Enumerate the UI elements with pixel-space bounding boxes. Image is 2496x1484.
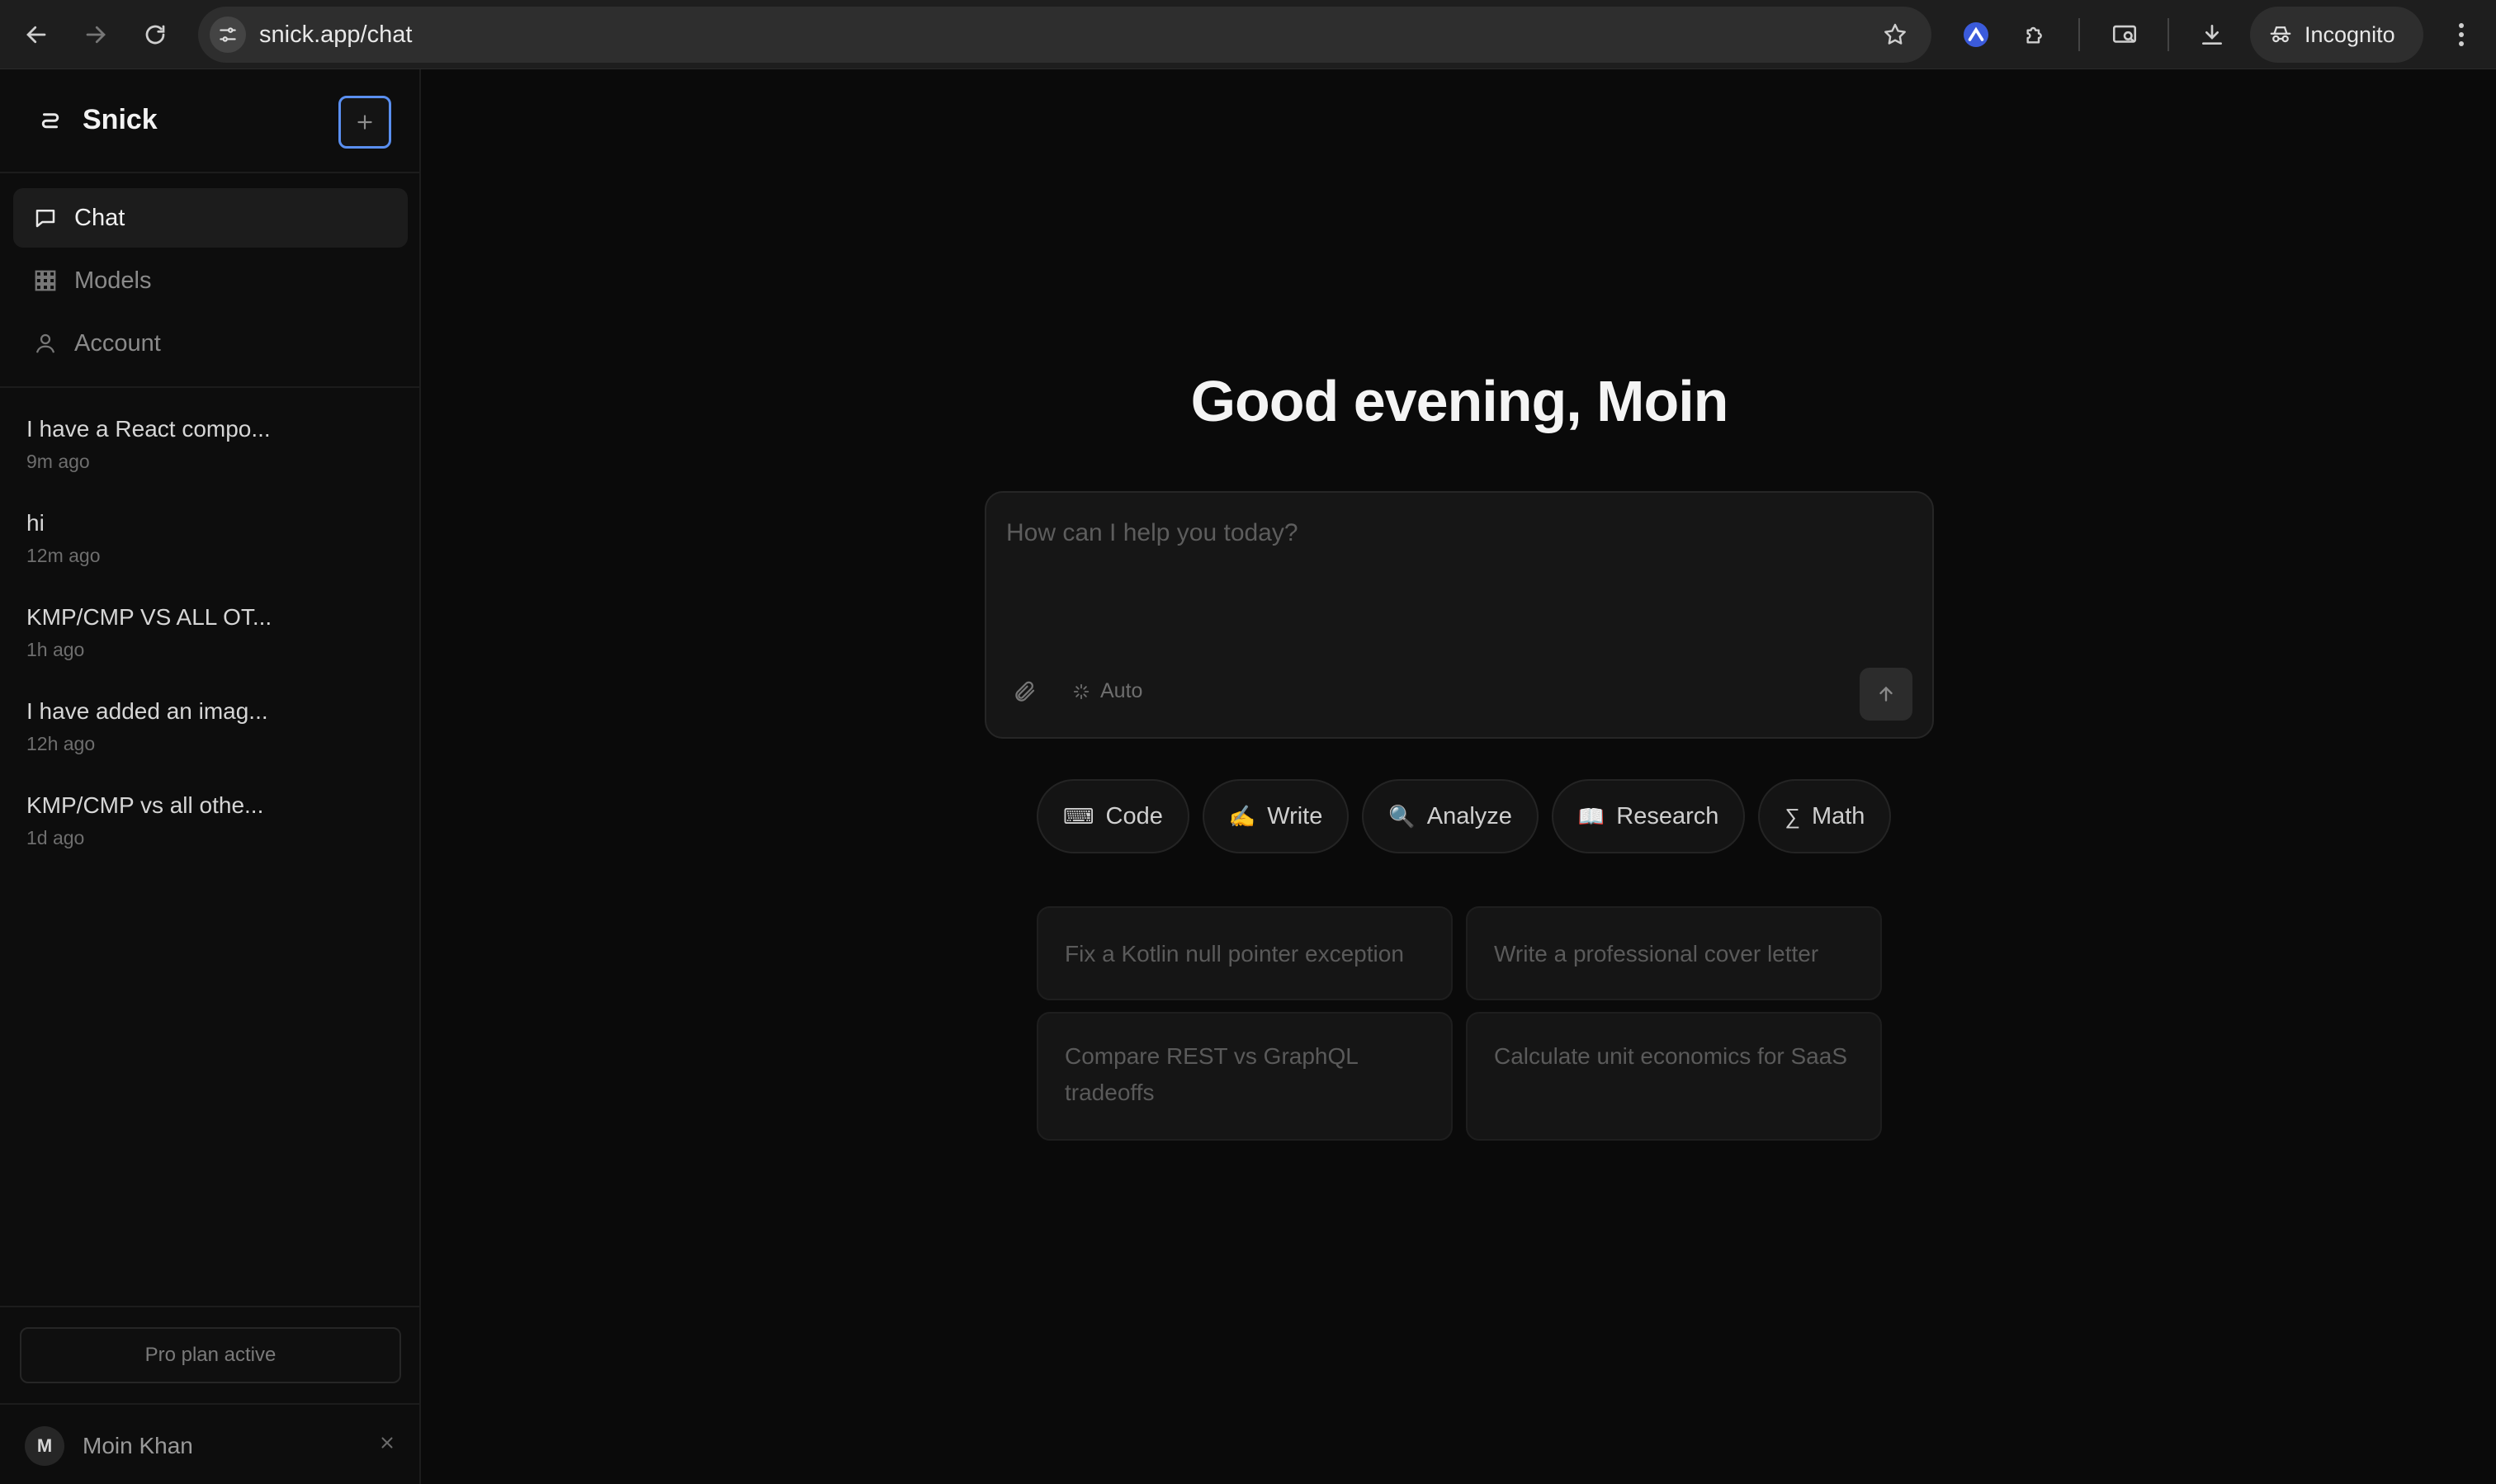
history-item[interactable]: KMP/CMP vs all othe... 1d ago: [26, 792, 390, 886]
model-selector[interactable]: Auto: [1072, 679, 1142, 703]
sparkle-icon: [1073, 683, 1090, 699]
forward-button[interactable]: [76, 15, 116, 54]
address-bar[interactable]: snick.app/chat: [198, 7, 1931, 63]
suggestion-card[interactable]: Compare REST vs GraphQL tradeoffs: [1037, 1012, 1453, 1141]
user-icon: [35, 333, 55, 353]
site-settings-icon[interactable]: [210, 17, 246, 53]
extensions-puzzle-icon[interactable]: [2016, 15, 2055, 54]
reload-button[interactable]: [135, 15, 175, 54]
send-button[interactable]: [1860, 668, 1912, 721]
cast-search-icon[interactable]: [2105, 15, 2144, 54]
snick-logo-icon: [38, 107, 63, 136]
writing-hand-icon: ✍️: [1228, 803, 1256, 829]
url-text[interactable]: snick.app/chat: [259, 21, 412, 49]
plan-status-button[interactable]: Pro plan active: [20, 1327, 401, 1383]
history-item[interactable]: I have added an imag... 12h ago: [26, 698, 390, 792]
page-title: Good evening, Moin: [1190, 369, 1729, 433]
history-time: 12h ago: [26, 733, 96, 754]
chip-research[interactable]: 📖 Research: [1551, 779, 1746, 853]
arrow-up-icon: [1879, 686, 1893, 702]
sidebar-item-chat[interactable]: Chat: [13, 188, 408, 248]
chat-composer[interactable]: How can I help you today? Auto: [985, 491, 1934, 739]
chat-history-list: I have a React compo... 9m ago hi 12m ag…: [26, 416, 390, 886]
chip-label: Analyze: [1426, 802, 1512, 829]
chat-bubble-icon: [35, 210, 55, 228]
sidebar-nav: Chat Models Account: [13, 188, 408, 376]
chip-write[interactable]: ✍️ Write: [1202, 779, 1350, 853]
quick-action-chips: ⌨ Code ✍️ Write 🔍 Analyze 📖 Research ∑ M…: [1037, 779, 1892, 853]
sidebar-item-label: Models: [74, 267, 152, 294]
history-title: KMP/CMP vs all othe...: [26, 792, 264, 818]
history-item[interactable]: I have a React compo... 9m ago: [26, 416, 390, 510]
brand-name: Snick: [83, 104, 158, 135]
history-item[interactable]: KMP/CMP VS ALL OT... 1h ago: [26, 604, 390, 698]
incognito-badge[interactable]: Incognito: [2250, 7, 2423, 63]
incognito-icon: [2270, 26, 2291, 43]
keyboard-icon: ⌨: [1063, 803, 1094, 829]
model-label: Auto: [1100, 679, 1143, 702]
history-title: I have a React compo...: [26, 416, 271, 442]
grid-icon: [35, 270, 56, 291]
history-title: hi: [26, 510, 45, 536]
user-profile[interactable]: M Moin Khan: [25, 1423, 396, 1469]
chip-analyze[interactable]: 🔍 Analyze: [1362, 779, 1539, 853]
bookmark-star-icon[interactable]: [1882, 21, 1908, 48]
download-icon[interactable]: [2192, 15, 2232, 54]
magnifier-icon: 🔍: [1388, 803, 1416, 829]
sigma-icon: ∑: [1785, 803, 1800, 829]
chip-label: Write: [1267, 802, 1323, 829]
suggestion-card[interactable]: Write a professional cover letter: [1466, 906, 1882, 1000]
sidebar-item-models[interactable]: Models: [13, 251, 408, 310]
back-button[interactable]: [17, 15, 56, 54]
chip-math[interactable]: ∑ Math: [1758, 779, 1892, 853]
history-time: 1d ago: [26, 827, 85, 848]
avatar: M: [25, 1426, 64, 1466]
sidebar-item-account[interactable]: Account: [13, 314, 408, 373]
suggestion-card[interactable]: Fix a Kotlin null pointer exception: [1037, 906, 1453, 1000]
browser-toolbar: snick.app/chat Incognito: [0, 0, 2496, 69]
sidebar-item-label: Account: [74, 329, 161, 357]
user-name: Moin Khan: [83, 1433, 193, 1458]
browser-menu-icon[interactable]: [2445, 15, 2478, 54]
sidebar: Snick Chat Models Account I have a React…: [0, 69, 421, 1484]
new-chat-button[interactable]: [338, 96, 391, 149]
plus-icon: [357, 115, 372, 130]
chip-label: Research: [1616, 802, 1719, 829]
history-time: 1h ago: [26, 639, 85, 660]
history-time: 12m ago: [26, 545, 101, 566]
history-title: I have added an imag...: [26, 698, 268, 724]
chip-label: Code: [1105, 802, 1163, 829]
incognito-label: Incognito: [2305, 21, 2395, 47]
history-title: KMP/CMP VS ALL OT...: [26, 604, 272, 630]
history-time: 9m ago: [26, 451, 90, 472]
message-input[interactable]: How can I help you today?: [1006, 519, 1298, 547]
extension-icon[interactable]: [1956, 15, 1996, 54]
paperclip-icon[interactable]: [1013, 679, 1038, 708]
chip-label: Math: [1811, 802, 1865, 829]
history-item[interactable]: hi 12m ago: [26, 510, 390, 604]
chip-code[interactable]: ⌨ Code: [1037, 779, 1189, 853]
suggestion-card[interactable]: Calculate unit economics for SaaS: [1466, 1012, 1882, 1141]
sidebar-header: Snick: [0, 69, 421, 173]
sidebar-item-label: Chat: [74, 204, 125, 231]
book-icon: 📖: [1577, 803, 1605, 829]
close-icon[interactable]: [378, 1431, 396, 1458]
